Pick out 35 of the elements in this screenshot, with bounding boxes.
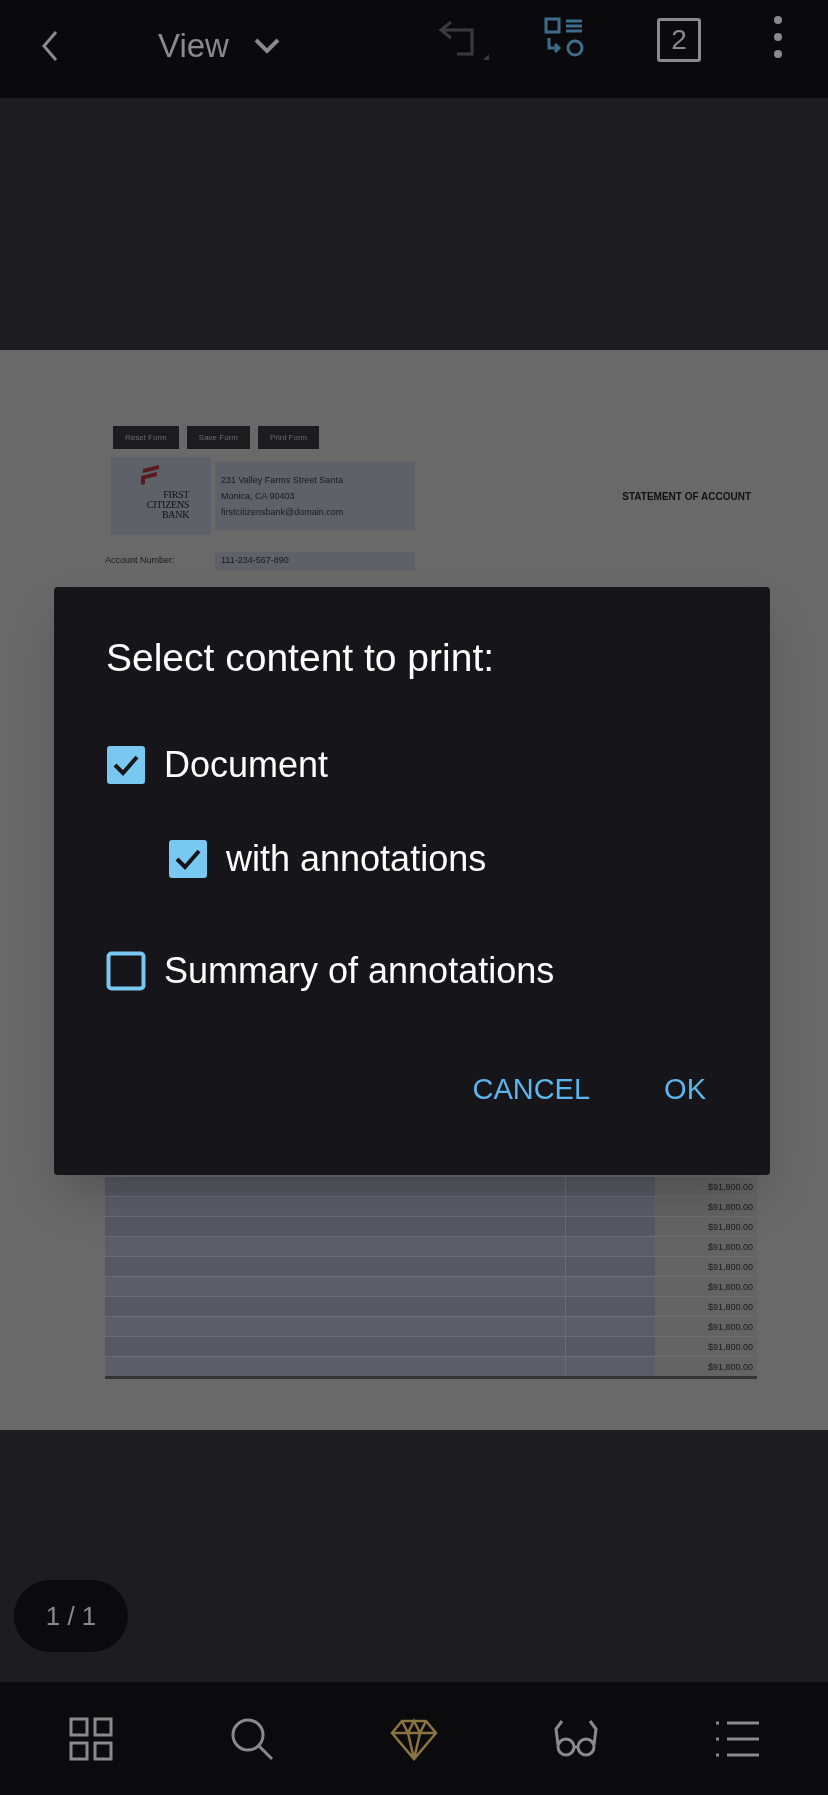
logo-text: CITIZENS [146, 500, 190, 510]
amount-cell: $91,800.00 [655, 1217, 757, 1236]
checkbox[interactable] [106, 744, 146, 785]
amount-cell: $91,800.00 [655, 1337, 757, 1356]
view-dropdown[interactable]: View [158, 18, 281, 74]
more-icon[interactable] [771, 15, 785, 59]
statement-heading: STATEMENT OF ACCOUNT [622, 489, 751, 504]
logo-text: FIRST [163, 490, 190, 500]
amount-cell: $91,800.00 [655, 1237, 757, 1256]
dialog-title: Select content to print: [106, 635, 496, 681]
dialog-button[interactable]: OK [652, 1059, 718, 1119]
amount-cell: $91,800.00 [655, 1257, 757, 1276]
checkbox[interactable] [106, 950, 146, 991]
address-line: Monica, CA 90403 [221, 490, 296, 503]
page-count-button[interactable]: 2 [657, 18, 701, 62]
checkbox[interactable] [168, 838, 208, 879]
option-label[interactable]: Document [164, 737, 329, 792]
page-indicator: 1 / 1 [14, 1580, 128, 1652]
address-line: firstcitizensbank@domain.com [221, 506, 345, 519]
logo-text: BANK [161, 510, 190, 520]
field-label: Account Number: [105, 554, 176, 568]
field-value: 111-234-567-890 [215, 552, 415, 570]
amount-cell: $91,800.00 [655, 1197, 757, 1216]
amount-cell: $91,800.00 [655, 1357, 757, 1376]
address-line: 231 Valley Farms Street Santa [221, 474, 344, 487]
amount-cell: $91,800.00 [655, 1297, 757, 1316]
layout-icon[interactable] [543, 16, 585, 58]
dialog-button[interactable]: CANCEL [460, 1059, 603, 1119]
chevron-down-icon [252, 36, 281, 56]
option-label[interactable]: with annotations [226, 831, 487, 886]
amount-cell: $91,800.00 [655, 1317, 757, 1336]
logo-mark-icon [139, 463, 161, 485]
option-label[interactable]: Summary of annotations [164, 943, 555, 998]
amount-cell: $91,800.00 [655, 1277, 757, 1296]
amount-cell: $91,800.00 [655, 1177, 757, 1196]
